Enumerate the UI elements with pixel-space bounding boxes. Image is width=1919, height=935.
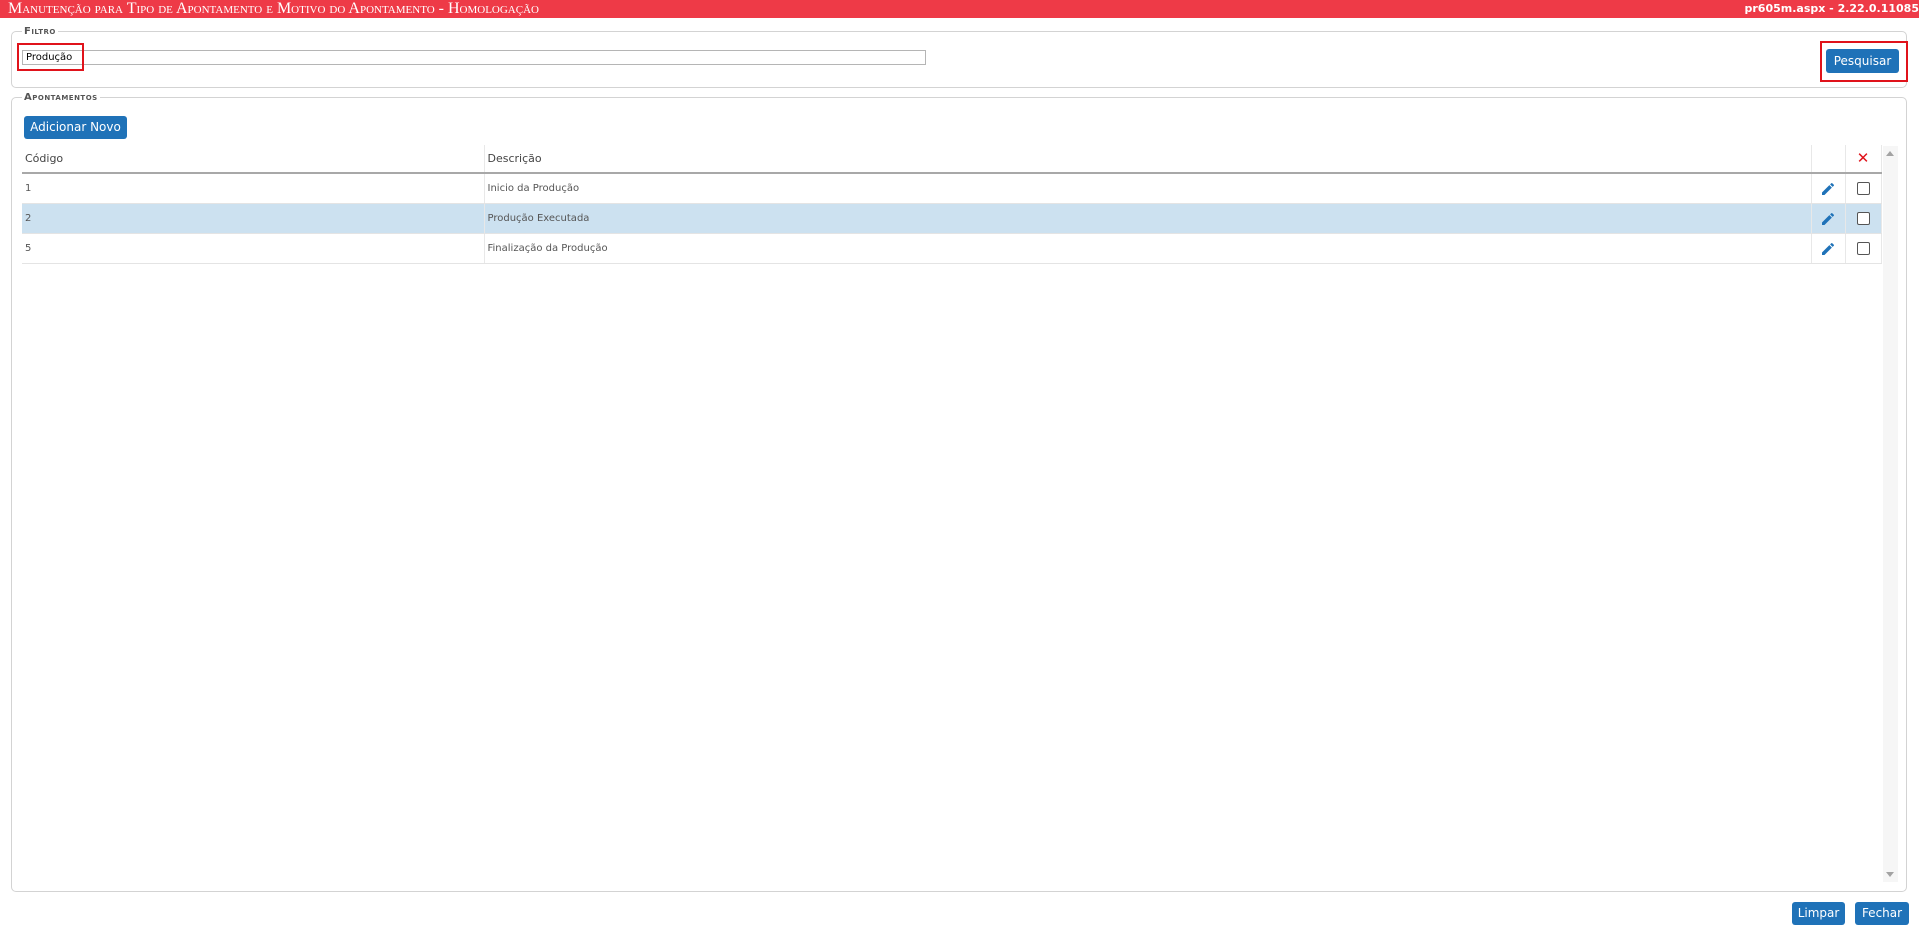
cell-codigo: 5	[22, 233, 485, 264]
title-bar: Manutenção para Tipo de Apontamento e Mo…	[0, 0, 1919, 18]
scroll-down-arrow-icon[interactable]	[1886, 872, 1894, 877]
table-row[interactable]: 2 Produção Executada	[22, 203, 1882, 234]
close-button[interactable]: Fechar	[1855, 902, 1909, 925]
row-checkbox[interactable]	[1856, 182, 1870, 195]
cell-select	[1845, 203, 1882, 234]
row-checkbox[interactable]	[1856, 212, 1870, 225]
cell-edit	[1811, 173, 1846, 204]
cell-select	[1845, 173, 1882, 204]
pencil-icon[interactable]	[1820, 241, 1836, 257]
table-header-row: Código Descrição ✕	[22, 145, 1882, 174]
cell-descricao: Produção Executada	[484, 203, 1812, 234]
pencil-icon[interactable]	[1820, 181, 1836, 197]
filter-input[interactable]	[22, 50, 926, 65]
add-new-button[interactable]: Adicionar Novo	[24, 116, 127, 139]
table-row[interactable]: 5 Finalização da Produção	[22, 233, 1882, 264]
clear-button[interactable]: Limpar	[1792, 902, 1845, 925]
filter-legend: Filtro	[24, 26, 56, 37]
column-header-codigo[interactable]: Código	[22, 145, 485, 174]
close-x-icon[interactable]: ✕	[1857, 149, 1870, 167]
table-scrollbar[interactable]	[1883, 146, 1898, 882]
cell-edit	[1811, 233, 1846, 264]
apontamentos-legend: Apontamentos	[24, 92, 98, 103]
pencil-icon[interactable]	[1820, 211, 1836, 227]
column-header-edit	[1811, 145, 1846, 174]
column-header-delete: ✕	[1845, 145, 1882, 174]
search-button[interactable]: Pesquisar	[1826, 49, 1899, 73]
cell-edit	[1811, 203, 1846, 234]
table-body: 1 Inicio da Produção 2 Produção Executad…	[22, 173, 1882, 264]
page-title: Manutenção para Tipo de Apontamento e Mo…	[8, 0, 539, 17]
cell-select	[1845, 233, 1882, 264]
cell-codigo: 1	[22, 173, 485, 204]
apontamentos-table: Código Descrição ✕ 1 Inicio da Produção …	[22, 145, 1882, 264]
cell-descricao: Inicio da Produção	[484, 173, 1812, 204]
cell-codigo: 2	[22, 203, 485, 234]
column-header-descricao[interactable]: Descrição	[484, 145, 1812, 174]
cell-descricao: Finalização da Produção	[484, 233, 1812, 264]
page-version: pr605m.aspx - 2.22.0.11085	[1744, 2, 1919, 15]
scroll-up-arrow-icon[interactable]	[1886, 151, 1894, 156]
table-row[interactable]: 1 Inicio da Produção	[22, 173, 1882, 204]
row-checkbox[interactable]	[1856, 242, 1870, 255]
